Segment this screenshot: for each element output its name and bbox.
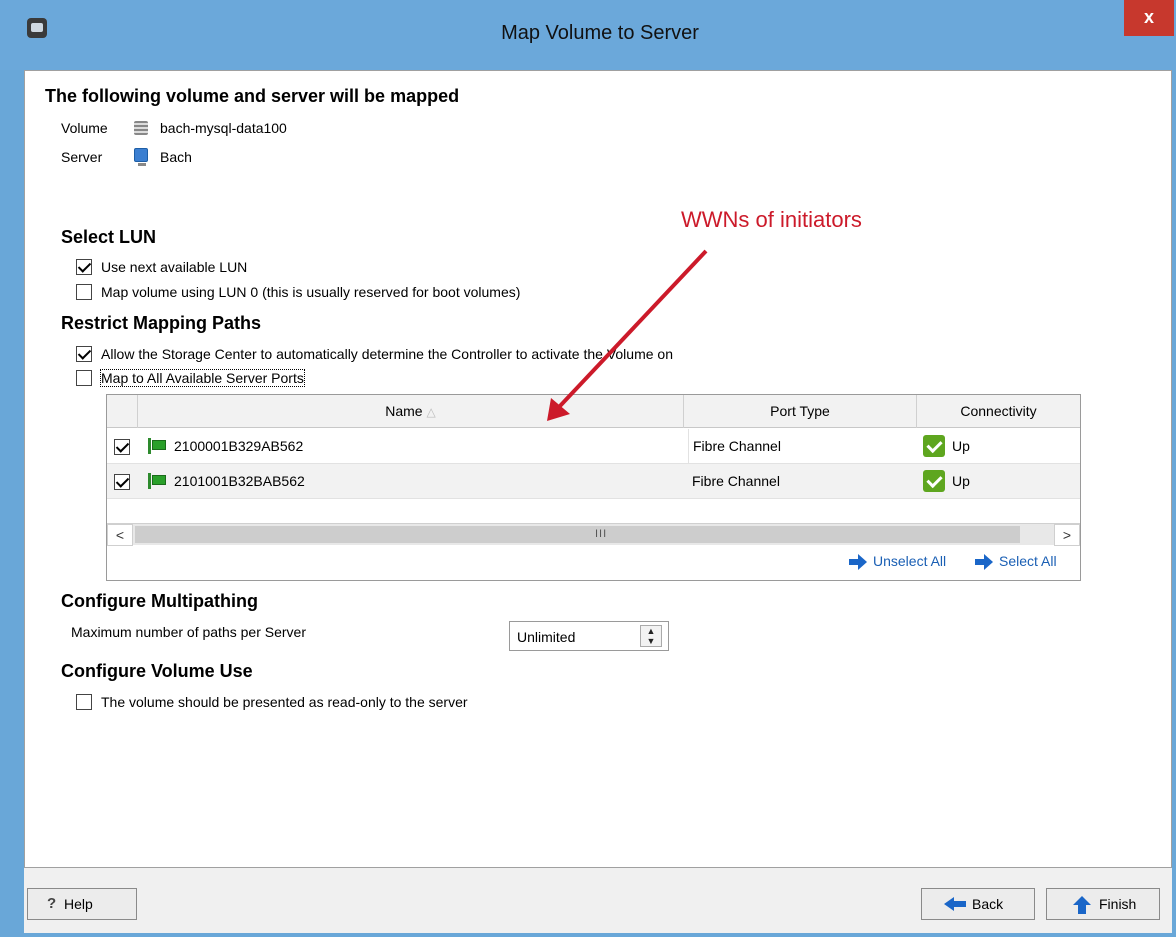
finish-label: Finish — [1099, 896, 1137, 912]
window-title: Map Volume to Server — [501, 22, 699, 44]
finish-arrow-icon — [1073, 896, 1091, 914]
title-bar[interactable]: Map Volume to Server x — [0, 0, 1176, 70]
back-button[interactable]: Back — [921, 888, 1035, 920]
help-icon: ? — [47, 895, 57, 912]
back-arrow-icon — [944, 897, 966, 911]
back-label: Back — [972, 896, 1004, 912]
help-label: Help — [64, 896, 93, 912]
close-button[interactable]: x — [1124, 0, 1174, 36]
content-panel: The following volume and server will be … — [24, 70, 1172, 868]
dialog-client: The following volume and server will be … — [24, 70, 1172, 933]
help-button[interactable]: ? Help — [27, 888, 137, 920]
finish-button[interactable]: Finish — [1046, 888, 1160, 920]
annotation-arrow — [547, 249, 708, 421]
dialog-window: Map Volume to Server x The following vol… — [0, 0, 1176, 937]
